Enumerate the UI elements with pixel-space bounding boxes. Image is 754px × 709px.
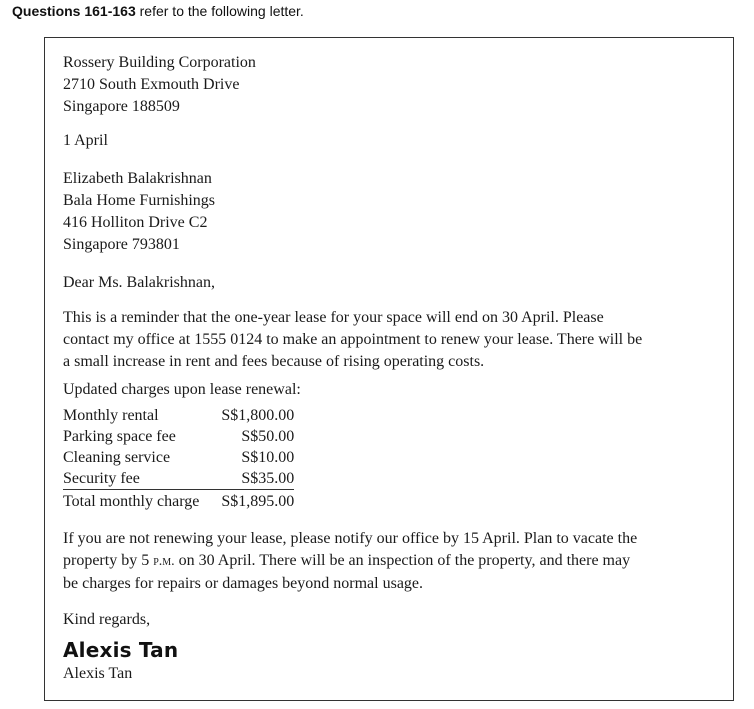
body-p2-line: If you are not renewing your lease, plea… (63, 530, 638, 547)
body-p1-line: contact my office at 1555 0124 to make a… (63, 331, 643, 348)
question-range: Questions 161-163 (12, 3, 136, 19)
letter-content: Rossery Building Corporation 2710 South … (63, 52, 721, 685)
signer-name-block: Alexis Tan (63, 663, 721, 685)
sender-address: Rossery Building Corporation 2710 South … (63, 52, 721, 118)
letter-box: Rossery Building Corporation 2710 South … (44, 37, 734, 701)
body-paragraph-1: This is a reminder that the one-year lea… (63, 307, 721, 373)
body-p1-line: a small increase in rent and fees becaus… (63, 353, 485, 370)
charges-title: Updated charges upon lease renewal: (63, 379, 721, 401)
signer-name: Alexis Tan (63, 665, 133, 682)
signature: Alexis Tan (63, 638, 179, 662)
recipient-company: Bala Home Furnishings (63, 192, 215, 209)
question-instruction: refer to the following letter. (135, 3, 304, 19)
charge-label: Monthly rental (63, 407, 159, 424)
charge-label: Cleaning service (63, 449, 171, 466)
charge-amount: S$50.00 (241, 428, 295, 445)
body-paragraph-2: If you are not renewing your lease, plea… (63, 528, 721, 595)
body-p2-line: be charges for repairs or damages beyond… (63, 575, 424, 592)
body-p2-text: on 30 April. There will be an inspection… (174, 552, 631, 569)
charge-amount: S$10.00 (241, 449, 295, 466)
total-label: Total monthly charge (63, 489, 222, 514)
sender-name: Rossery Building Corporation (63, 54, 256, 71)
recipient-name: Elizabeth Balakrishnan (63, 170, 212, 187)
table-row: Parking space fee S$50.00 (63, 426, 294, 447)
salutation: Dear Ms. Balakrishnan, (63, 272, 721, 294)
body-p2-text: property by 5 (63, 552, 154, 569)
table-row: Security fee S$35.00 (63, 468, 294, 490)
body-p1-line: This is a reminder that the one-year lea… (63, 309, 604, 326)
closing-text: Kind regards, (63, 611, 151, 628)
closing: Kind regards, (63, 609, 721, 631)
letter-date: 1 April (63, 130, 721, 152)
body-p2-line: property by 5 p.m. on 30 April. There wi… (63, 550, 721, 573)
table-row: Monthly rental S$1,800.00 (63, 405, 294, 426)
sender-street: 2710 South Exmouth Drive (63, 76, 240, 93)
charge-label: Parking space fee (63, 428, 176, 445)
charges-title-text: Updated charges upon lease renewal: (63, 381, 301, 398)
question-header: Questions 161-163 refer to the following… (12, 3, 304, 19)
table-row: Cleaning service S$10.00 (63, 447, 294, 468)
charge-amount: S$35.00 (241, 470, 295, 487)
salutation-text: Dear Ms. Balakrishnan, (63, 274, 215, 291)
charges-table: Monthly rental S$1,800.00 Parking space … (63, 405, 295, 514)
recipient-address: Elizabeth Balakrishnan Bala Home Furnish… (63, 168, 721, 256)
total-row: Total monthly charge S$1,895.00 (63, 489, 295, 514)
charge-amount: S$1,800.00 (221, 407, 295, 424)
charge-label: Security fee (63, 470, 140, 487)
time-suffix: p.m. (153, 554, 175, 569)
recipient-city: Singapore 793801 (63, 236, 180, 253)
sender-city: Singapore 188509 (63, 98, 180, 115)
recipient-street: 416 Holliton Drive C2 (63, 214, 208, 231)
date-text: 1 April (63, 132, 108, 149)
total-amount: S$1,895.00 (221, 489, 295, 514)
